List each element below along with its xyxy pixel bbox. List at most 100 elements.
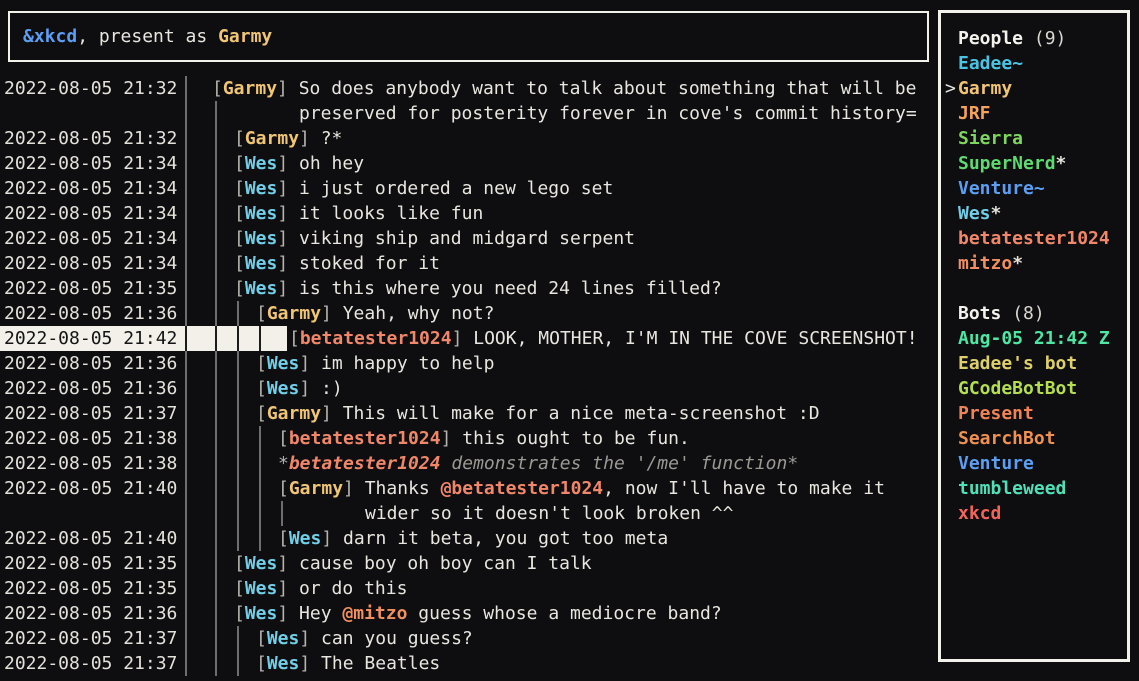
chat-message-row[interactable]: 2022-08-05 21:34[Wes] i just ordered a n…: [0, 176, 935, 201]
message-text: viking ship and midgard serpent: [299, 228, 635, 249]
list-item-marker: [945, 326, 958, 351]
timestamp-separator-line: [185, 226, 187, 251]
message-content: [Wes] The Beatles: [256, 651, 440, 676]
chat-message-row[interactable]: 2022-08-05 21:40[Garmy] Thanks @betatest…: [0, 476, 935, 501]
message-text: [: [234, 128, 245, 149]
chat-message-row[interactable]: 2022-08-05 21:36[Wes] im happy to help: [0, 351, 935, 376]
thread-guide-line: [259, 476, 261, 501]
bot-name: Aug-05 21:42 Z: [958, 326, 1110, 351]
chat-message-row[interactable]: 2022-08-05 21:36[Garmy] Yeah, why not?: [0, 301, 935, 326]
bot-list-item[interactable]: SearchBot: [945, 426, 1127, 451]
message-text: [: [256, 303, 267, 324]
timestamp-separator-line: [185, 351, 187, 376]
emote-message-content: *betatester1024 demonstrates the '/me' f…: [278, 451, 798, 476]
user-list-item[interactable]: JRF: [945, 101, 1127, 126]
sender-name: betatester1024: [289, 428, 441, 449]
chat-message-row[interactable]: 2022-08-05 21:32 [Garmy] So does anybody …: [0, 76, 935, 101]
chat-message-row[interactable]: 2022-08-05 21:34[Wes] it looks like fun: [0, 201, 935, 226]
thread-guide-line: [237, 401, 239, 426]
chat-message-row[interactable]: 2022-08-05 21:35[Wes] or do this: [0, 576, 935, 601]
message-text: ]: [299, 353, 321, 374]
chat-message-row[interactable]: preserved for posterity forever in cove'…: [0, 101, 935, 126]
chat-message-row[interactable]: 2022-08-05 21:37 [Wes] can you guess?: [0, 626, 935, 651]
message-content: [Wes] viking ship and midgard serpent: [234, 226, 635, 251]
user-list-item[interactable]: betatester1024: [945, 226, 1127, 251]
message-text: [: [256, 378, 267, 399]
thread-guide-line: [237, 476, 239, 501]
bot-list-item[interactable]: xkcd: [945, 501, 1127, 526]
chat-message-row[interactable]: 2022-08-05 21:32[Garmy] ?*: [0, 126, 935, 151]
message-timestamp: 2022-08-05 21:37: [4, 626, 177, 651]
thread-guide-line: [215, 151, 217, 176]
message-text: ]: [321, 303, 343, 324]
bot-list-item[interactable]: tumbleweed: [945, 476, 1127, 501]
message-text: demonstrates the '/me' function*: [441, 453, 799, 474]
chat-message-row-selected[interactable]: 2022-08-05 21:42[betatester1024] LOOK, M…: [0, 326, 935, 351]
thread-guide-line: [215, 176, 217, 201]
message-timestamp: 2022-08-05 21:32: [4, 76, 177, 101]
user-list-item[interactable]: Venture~: [945, 176, 1127, 201]
thread-guide-line: [215, 476, 217, 501]
bot-list-item[interactable]: Aug-05 21:42 Z: [945, 326, 1127, 351]
chat-log[interactable]: 2022-08-05 21:32 [Garmy] So does anybody …: [0, 76, 935, 681]
thread-guide-line: [259, 426, 261, 451]
message-content: [Wes] or do this: [234, 576, 407, 601]
sender-name: betatester1024: [300, 328, 452, 349]
message-content: [Wes] darn it beta, you got too meta: [278, 526, 668, 551]
user-list-item[interactable]: SuperNerd*: [945, 151, 1127, 176]
message-text: [: [234, 203, 245, 224]
user-list-item[interactable]: Eadee~: [945, 51, 1127, 76]
message-text: ]: [343, 478, 365, 499]
message-content: [Wes] can you guess?: [256, 626, 473, 651]
chat-message-row[interactable]: 2022-08-05 21:37[Garmy] This will make f…: [0, 401, 935, 426]
message-content: [Wes] Hey @mitzo guess whose a mediocre …: [234, 601, 722, 626]
chat-message-row[interactable]: 2022-08-05 21:36[Wes] :): [0, 376, 935, 401]
message-text: [: [234, 153, 245, 174]
chat-message-row[interactable]: 2022-08-05 21:37[Wes] The Beatles: [0, 651, 935, 676]
thread-guide-line: [237, 351, 239, 376]
message-timestamp: 2022-08-05 21:36: [4, 376, 177, 401]
chat-message-row[interactable]: 2022-08-05 21:34[Wes] stoked for it: [0, 251, 935, 276]
mention[interactable]: @mitzo: [342, 603, 407, 624]
message-text: [: [234, 603, 245, 624]
user-name: Sierra: [958, 126, 1023, 151]
list-item-marker: [945, 126, 958, 151]
bot-name: Venture: [958, 451, 1034, 476]
thread-guide-line: [215, 576, 217, 601]
sender-name: Wes: [245, 253, 278, 274]
chat-message-row[interactable]: 2022-08-05 21:34[Wes] oh hey: [0, 151, 935, 176]
user-list-item[interactable]: >Garmy: [945, 76, 1127, 101]
chat-message-row[interactable]: 2022-08-05 21:34[Wes] viking ship and mi…: [0, 226, 935, 251]
mention[interactable]: @betatester1024: [441, 478, 604, 499]
user-list-item[interactable]: Wes*: [945, 201, 1127, 226]
message-content: preserved for posterity forever in cove'…: [299, 101, 917, 126]
message-timestamp: 2022-08-05 21:36: [4, 301, 177, 326]
thread-guide-line: [259, 451, 261, 476]
current-nick: Garmy: [218, 24, 272, 49]
message-content: [Wes] i just ordered a new lego set: [234, 176, 613, 201]
message-text: ]: [277, 203, 299, 224]
user-list-item[interactable]: Sierra: [945, 126, 1127, 151]
user-name: Garmy: [958, 76, 1012, 101]
message-content: [Garmy] So does anybody want to talk abo…: [212, 76, 916, 101]
user-list-item[interactable]: mitzo*: [945, 251, 1127, 276]
bot-list-item[interactable]: Eadee's bot: [945, 351, 1127, 376]
message-content: [Wes] im happy to help: [256, 351, 494, 376]
timestamp-separator-line: [185, 651, 187, 676]
chat-message-row[interactable]: wider so it doesn't look broken ^^: [0, 501, 935, 526]
bot-list-item[interactable]: Venture: [945, 451, 1127, 476]
thread-guide-line: [215, 351, 217, 376]
bot-list-item[interactable]: Present: [945, 401, 1127, 426]
chat-message-row[interactable]: 2022-08-05 21:40[Wes] darn it beta, you …: [0, 526, 935, 551]
user-name: SuperNerd: [958, 151, 1056, 176]
sender-name: Wes: [245, 278, 278, 299]
chat-message-row[interactable]: 2022-08-05 21:35[Wes] is this where you …: [0, 276, 935, 301]
chat-message-row[interactable]: 2022-08-05 21:35[Wes] cause boy oh boy c…: [0, 551, 935, 576]
chat-message-row[interactable]: 2022-08-05 21:36[Wes] Hey @mitzo guess w…: [0, 601, 935, 626]
chat-message-row[interactable]: 2022-08-05 21:38[betatester1024] this ou…: [0, 426, 935, 451]
timestamp-separator-line: [185, 426, 187, 451]
bot-list-item[interactable]: GCodeBotBot: [945, 376, 1127, 401]
message-text: cause boy oh boy can I talk: [299, 553, 592, 574]
chat-message-row[interactable]: 2022-08-05 21:38*betatester1024 demonstr…: [0, 451, 935, 476]
message-text: [: [256, 353, 267, 374]
